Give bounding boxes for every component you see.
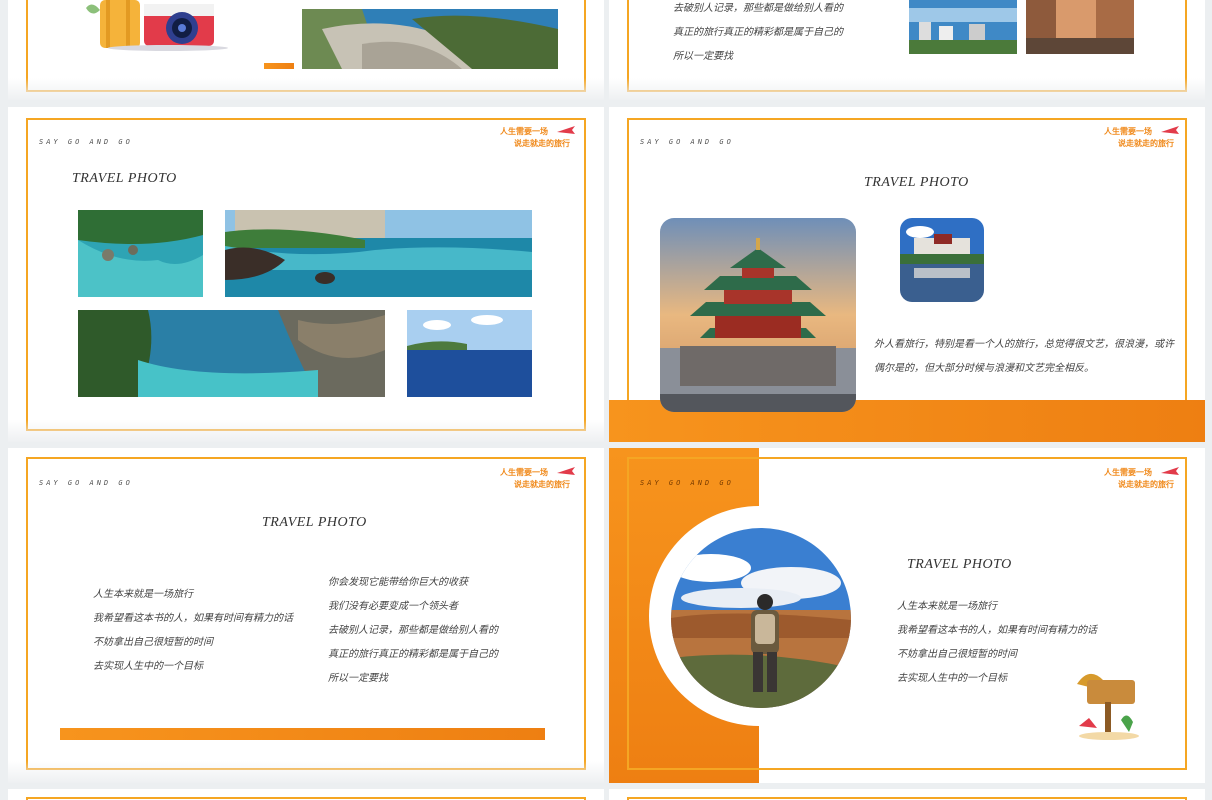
airplane-icon [557, 126, 575, 134]
text-line: 去实现人生中的一个目标 [93, 661, 203, 672]
slide-xian[interactable]: SAY GO AND GO 人生需要一场 说走就走的旅行 TRAVEL PHOT… [609, 107, 1205, 442]
text-line: 我希望看这本书的人，如果有时间有精力的话 [93, 613, 293, 624]
logo-line-2: 说走就走的旅行 [514, 139, 570, 148]
xian-description: 外人看旅行，特别是看一个人的旅行，总觉得很文艺，很浪漫，或许偶尔是的，但大部分时… [874, 339, 1174, 374]
text-line: 真正的旅行真正的精彩都是属于自己的 [673, 27, 843, 38]
logo-line-1: 人生需要一场 [1104, 468, 1152, 477]
bottom-wave [8, 78, 604, 100]
brand-logo: 人生需要一场 说走就走的旅行 [498, 465, 578, 495]
cliff-beach-photo [302, 9, 558, 69]
slide-text[interactable]: SAY GO AND GO 人生需要一场 说走就走的旅行 TRAVEL PHOT… [8, 448, 604, 783]
text-line: 我希望看这本书的人，如果有时间有精力的话 [897, 625, 1097, 636]
airplane-icon [557, 467, 575, 475]
top-right-text: 去破别人记录，那些都是做给别人看的 真正的旅行真正的精彩都是属于自己的 所以一定… [673, 0, 903, 69]
aerial-coast-photo [78, 210, 203, 297]
rocky-shore-photo [225, 210, 532, 297]
logo-line-2: 说走就走的旅行 [1118, 139, 1174, 148]
logo-line-2: 说走就走的旅行 [514, 480, 570, 489]
logo-line-2: 说走就走的旅行 [1118, 480, 1174, 489]
text-line: 人生本来就是一场旅行 [897, 601, 997, 612]
logo-line-1: 人生需要一场 [1104, 127, 1152, 136]
beach-signpost-illustration [1077, 673, 1139, 740]
slide-photo-grid[interactable]: SAY GO AND GO 人生需要一场 说走就走的旅行 TRAVEL PHOT… [8, 107, 604, 442]
bottom-wave [8, 420, 604, 442]
left-text-column: 人生本来就是一场旅行 我希望看这本书的人，如果有时间有精力的话 不妨拿出自己很短… [93, 583, 313, 679]
brand-tagline: SAY GO AND GO [640, 479, 734, 487]
text-line: 真正的旅行真正的精彩都是属于自己的 [328, 649, 498, 660]
accent-bar [264, 63, 294, 69]
brand-tagline: SAY GO AND GO [39, 138, 133, 146]
slide-top-right[interactable]: 去破别人记录，那些都是做给别人看的 真正的旅行真正的精彩都是属于自己的 所以一定… [609, 0, 1205, 100]
airplane-icon [1161, 467, 1179, 475]
bottom-wave [609, 78, 1205, 100]
text-line: 所以一定要找 [328, 673, 388, 684]
bell-tower-photo [660, 218, 856, 412]
airplane-icon [1161, 126, 1179, 134]
page-title: TRAVEL PHOTO [262, 515, 367, 530]
brand-logo: 人生需要一场 说走就走的旅行 [1102, 124, 1182, 154]
bottom-wave [8, 761, 604, 783]
slide-bottom-right-partial[interactable] [609, 789, 1205, 800]
street-sunset-photo [1026, 0, 1134, 54]
slide-bottom-left-partial[interactable] [8, 789, 604, 800]
brand-logo: 人生需要一场 说走就走的旅行 [498, 124, 578, 154]
logo-line-1: 人生需要一场 [500, 127, 548, 136]
text-line: 去破别人记录，那些都是做给别人看的 [328, 625, 498, 636]
ocean-horizon-photo [407, 310, 532, 397]
page-title: TRAVEL PHOTO [864, 175, 969, 190]
text-line: 所以一定要找 [673, 51, 733, 62]
potala-palace-photo [900, 218, 984, 302]
page-title: TRAVEL PHOTO [907, 557, 1012, 572]
brand-tagline: SAY GO AND GO [640, 138, 734, 146]
harbor-city-photo [909, 0, 1017, 54]
brand-logo: 人生需要一场 说走就走的旅行 [1102, 465, 1182, 495]
text-line: 不妨拿出自己很短暂的时间 [93, 637, 213, 648]
page-title: TRAVEL PHOTO [72, 171, 177, 186]
text-line: 你会发现它能带给你巨大的收获 [328, 577, 468, 588]
text-line: 去破别人记录，那些都是做给别人看的 [673, 3, 843, 14]
luggage-camera-illustration [86, 0, 228, 51]
accent-bar [60, 728, 545, 740]
text-line: 我们没有必要变成一个领头者 [328, 601, 458, 612]
logo-line-1: 人生需要一场 [500, 468, 548, 477]
hiker-canyon-photo [671, 528, 851, 708]
text-line: 人生本来就是一场旅行 [93, 589, 193, 600]
cliff-cove-photo [78, 310, 385, 397]
slide-top-left[interactable] [8, 0, 604, 100]
right-text-column: 你会发现它能带给你巨大的收获 我们没有必要变成一个领头者 去破别人记录，那些都是… [328, 571, 548, 691]
slide-hiker[interactable]: SAY GO AND GO 人生需要一场 说走就走的旅行 TRAVEL PHOT… [609, 448, 1205, 783]
brand-tagline: SAY GO AND GO [39, 479, 133, 487]
text-line: 不妨拿出自己很短暂的时间 [897, 649, 1017, 660]
